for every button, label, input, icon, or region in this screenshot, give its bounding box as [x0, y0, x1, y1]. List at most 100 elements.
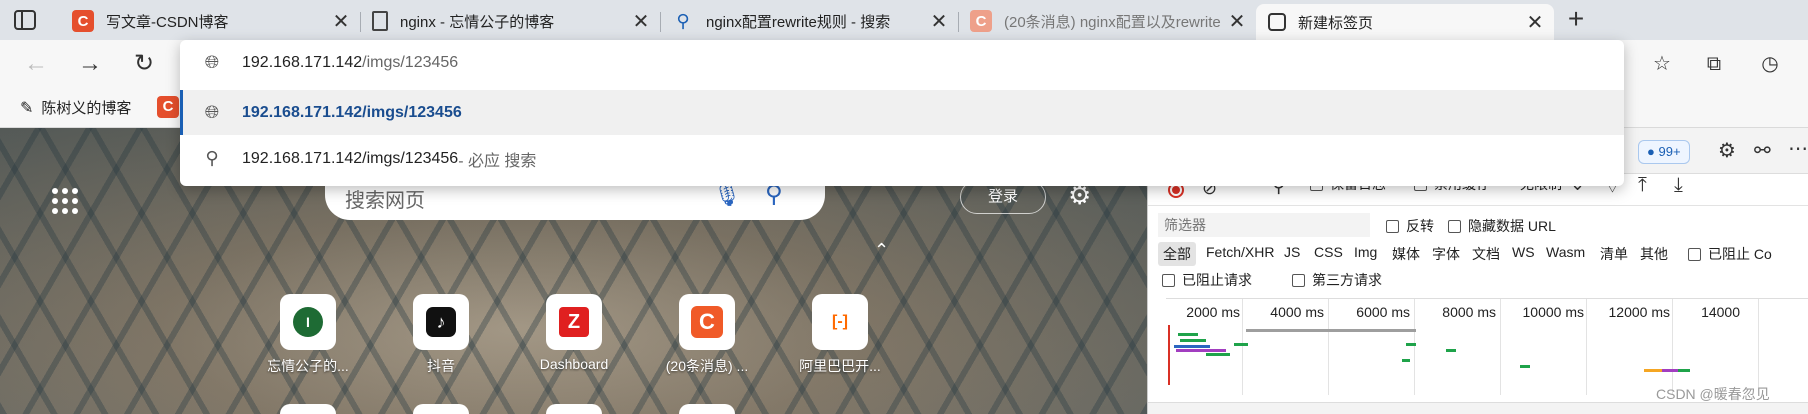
tile-label: 阿里巴巴开...: [799, 358, 881, 374]
gear-icon[interactable]: ⚙: [1718, 138, 1736, 163]
csdn-icon: C: [72, 10, 94, 32]
watermark: CSDN @暖春忽见: [1656, 386, 1770, 402]
suggestion-search[interactable]: ⚲ 192.168.171.142/imgs/123456 - 必应 搜索: [180, 136, 1624, 181]
search-icon: ⚲: [676, 10, 690, 31]
new-tab-button[interactable]: +: [1560, 4, 1592, 36]
address-path: /imgs/123456: [362, 53, 459, 71]
search-icon: ⚲: [205, 148, 219, 168]
document-icon: [372, 11, 388, 31]
type-filter-media[interactable]: 媒体: [1392, 244, 1420, 264]
tab-csdn-write[interactable]: C 写文章-CSDN博客 ✕: [60, 4, 360, 38]
shortcut-tile[interactable]: Z Dashboard: [519, 294, 629, 372]
suggestion-query: 192.168.171.142/imgs/123456: [242, 149, 459, 167]
history-icon[interactable]: ◷: [1756, 50, 1784, 78]
shortcut-tile[interactable]: [413, 404, 469, 414]
timeline-gridline: [1758, 299, 1759, 395]
address-bar[interactable]: 🌐︎ 192.168.171.142/imgs/123456: [180, 40, 1624, 85]
chat-icon: ●: [1647, 144, 1655, 159]
upload-icon[interactable]: ⤒: [1638, 174, 1647, 197]
shortcut-tile[interactable]: [546, 404, 602, 414]
close-icon[interactable]: ✕: [1228, 9, 1246, 34]
notification-badge[interactable]: ● 99+: [1638, 140, 1690, 164]
csdn-icon[interactable]: C: [157, 96, 179, 118]
tile-label: Dashboard: [539, 356, 609, 372]
tab-title: 新建标签页: [1298, 14, 1374, 32]
timeline-bar: [1206, 353, 1230, 356]
type-filter-img[interactable]: Img: [1354, 244, 1377, 260]
blocked-cookies-checkbox[interactable]: 已阻止 Co: [1688, 244, 1772, 264]
tile-icon: [-]: [812, 294, 868, 350]
type-filter-wasm[interactable]: Wasm: [1546, 244, 1585, 260]
shortcut-tile[interactable]: [679, 404, 735, 414]
bookmark-item[interactable]: ✎ 陈树义的博客: [20, 97, 131, 118]
tile-icon: ♪: [413, 294, 469, 350]
csdn-icon: C: [970, 10, 992, 32]
tab-csdn-messages[interactable]: C (20条消息) nginx配置以及rewrite ✕: [958, 4, 1256, 38]
timeline-bar: [1662, 369, 1678, 372]
type-filter-xhr[interactable]: Fetch/XHR: [1206, 244, 1274, 260]
timeline-bar: [1180, 339, 1206, 342]
tab-actions-icon[interactable]: [14, 10, 36, 30]
filter-input[interactable]: [1158, 213, 1370, 237]
type-filter-js[interactable]: JS: [1284, 244, 1300, 260]
type-filter-ws[interactable]: WS: [1512, 244, 1535, 260]
timeline-bar: [1678, 369, 1690, 372]
close-icon[interactable]: ✕: [632, 9, 650, 34]
address-host: 192.168.171.142: [242, 53, 363, 71]
blocked-requests-checkbox[interactable]: 已阻止请求: [1162, 270, 1252, 290]
timeline-bar: [1402, 359, 1410, 362]
refresh-icon[interactable]: ↻: [128, 48, 160, 80]
network-timeline[interactable]: 2000 ms 4000 ms 6000 ms 8000 ms 10000 ms…: [1166, 298, 1808, 395]
hide-data-urls-checkbox[interactable]: 隐藏数据 URL: [1448, 216, 1556, 236]
tab-new-tab[interactable]: 新建标签页 ✕: [1256, 4, 1554, 40]
timeline-bar: [1174, 345, 1210, 348]
timeline-bar: [1176, 349, 1226, 352]
tab-nginx-blog[interactable]: nginx - 忘情公子的博客 ✕: [360, 4, 660, 38]
collections-icon[interactable]: ⧉: [1700, 50, 1728, 78]
tab-title: 写文章-CSDN博客: [106, 13, 229, 31]
close-icon[interactable]: ✕: [930, 9, 948, 34]
type-filter-font[interactable]: 字体: [1432, 244, 1460, 264]
forward-arrow-icon[interactable]: →: [74, 48, 106, 80]
timeline-bar: [1178, 333, 1198, 336]
shortcut-tile[interactable]: ♪ 抖音: [386, 294, 496, 376]
close-icon[interactable]: ✕: [1526, 10, 1544, 35]
tile-label: (20条消息) ...: [665, 358, 749, 374]
chevron-up-icon[interactable]: ⌃: [874, 240, 889, 261]
tab-title: nginx配置rewrite规则 - 搜索: [706, 13, 891, 31]
timeline-tick-label: 2000 ms: [1186, 304, 1240, 320]
timeline-bar: [1234, 343, 1248, 346]
type-filter-other[interactable]: 其他: [1640, 244, 1668, 264]
shortcut-tile[interactable]: [-] 阿里巴巴开...: [785, 294, 895, 376]
shortcut-tile[interactable]: I 忘情公子的...: [253, 294, 363, 376]
tile-icon: C: [679, 294, 735, 350]
newtab-icon: [1268, 13, 1286, 31]
type-filter-doc[interactable]: 文档: [1472, 244, 1500, 264]
type-filter-css[interactable]: CSS: [1314, 244, 1343, 260]
apps-grid-icon[interactable]: [52, 188, 78, 214]
suggestion-engine: - 必应 搜索: [458, 152, 537, 170]
shortcut-tile[interactable]: C (20条消息) ...: [652, 294, 762, 376]
close-icon[interactable]: ✕: [332, 9, 350, 34]
download-icon[interactable]: ⤓: [1674, 174, 1683, 197]
timeline-tick-label: 6000 ms: [1356, 304, 1410, 320]
connect-icon[interactable]: ⚯: [1754, 138, 1771, 163]
shortcut-tile[interactable]: [280, 404, 336, 414]
tile-label: 忘情公子的...: [267, 358, 349, 374]
third-party-checkbox[interactable]: 第三方请求: [1292, 270, 1382, 290]
timeline-tick-label: 14000: [1701, 304, 1740, 320]
globe-icon: 🌐︎: [204, 52, 220, 72]
timeline-tick-label: 4000 ms: [1270, 304, 1324, 320]
timeline-bar: [1644, 369, 1662, 372]
tile-label: 抖音: [427, 358, 455, 374]
type-filter-all[interactable]: 全部: [1158, 242, 1196, 266]
type-filter-manifest[interactable]: 清单: [1600, 244, 1628, 264]
back-arrow-icon[interactable]: ←: [20, 48, 52, 80]
invert-checkbox[interactable]: 反转: [1386, 216, 1434, 236]
load-marker: [1168, 325, 1170, 385]
suggestion-url[interactable]: 🌐︎ 192.168.171.142/imgs/123456: [180, 90, 1624, 135]
more-options-icon[interactable]: ⋯: [1788, 136, 1808, 161]
tab-search[interactable]: ⚲ nginx配置rewrite规则 - 搜索 ✕: [660, 4, 958, 38]
favorite-star-icon[interactable]: ☆: [1648, 50, 1676, 78]
timeline-bar: [1406, 343, 1416, 346]
